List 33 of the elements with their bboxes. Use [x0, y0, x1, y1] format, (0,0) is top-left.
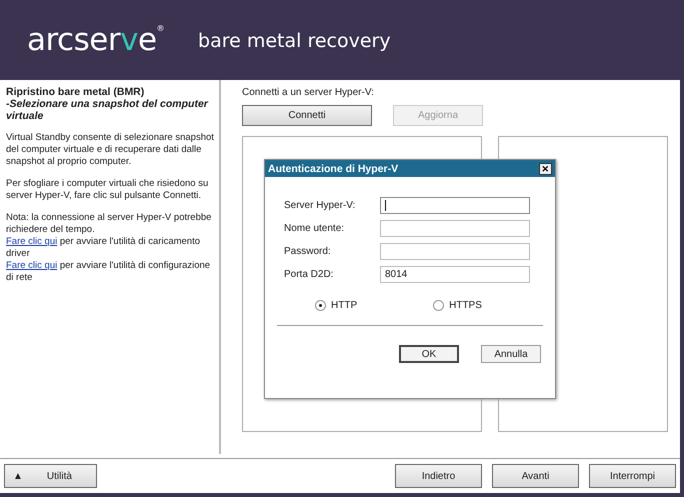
- radio-button[interactable]: [315, 300, 326, 311]
- input-field[interactable]: [380, 197, 530, 214]
- nav-button[interactable]: Avanti: [492, 464, 579, 488]
- connect-prompt: Connetti a un server Hyper-V:: [242, 87, 375, 98]
- nav-button[interactable]: Indietro: [395, 464, 482, 488]
- input-field[interactable]: 8014: [380, 266, 530, 283]
- product-title: bare metal recovery: [198, 30, 391, 52]
- sidebar-paragraph: Per sfogliare i computer virtuali che risiedono su server Hyper-V, fare clic sul pulsante Connetti.: [6, 178, 210, 202]
- sidebar-sentence: Fare clic qui per avviare l'utilità di configurazione di rete: [6, 260, 212, 284]
- radio-button[interactable]: [433, 300, 444, 311]
- toolbar-button[interactable]: Connetti: [242, 105, 372, 126]
- field-label: Server Hyper-V:: [284, 200, 356, 211]
- link[interactable]: Fare clic qui: [6, 260, 58, 271]
- sidebar-paragraph: Virtual Standby consente di selezionare snapshot del computer virtuale e di recuperare dati dalle snapshot al proprio computer.: [6, 132, 215, 168]
- sidebar-paragraph: Nota: la connessione al server Hyper-V potrebbe richiedere del tempo.: [6, 212, 212, 236]
- utility-button[interactable]: ▲ Utilità: [4, 464, 97, 488]
- sidebar-title: Ripristino bare metal (BMR): [6, 86, 146, 98]
- field-label: Nome utente:: [284, 223, 346, 234]
- radio-label[interactable]: HTTP: [331, 300, 358, 311]
- input-field[interactable]: [380, 220, 530, 237]
- input-field[interactable]: [380, 243, 530, 260]
- dialog-title: Autenticazione di Hyper-V: [268, 162, 398, 174]
- nav-button[interactable]: Interrompi: [589, 464, 676, 488]
- triangle-icon: ▲: [13, 470, 23, 482]
- dialog-button[interactable]: Annulla: [481, 345, 541, 363]
- logo: arcserve$^{®}$: [27, 24, 164, 56]
- dialog-button[interactable]: OK: [399, 345, 459, 363]
- close-button[interactable]: ✕: [539, 162, 552, 174]
- radio-label[interactable]: HTTPS: [449, 300, 482, 311]
- link[interactable]: Fare clic qui: [6, 236, 58, 247]
- sidebar-subtitle: -Selezionare una snapshot del computer virtuale: [6, 98, 210, 122]
- field-label: Porta D2D:: [284, 269, 334, 280]
- field-label: Password:: [284, 246, 332, 257]
